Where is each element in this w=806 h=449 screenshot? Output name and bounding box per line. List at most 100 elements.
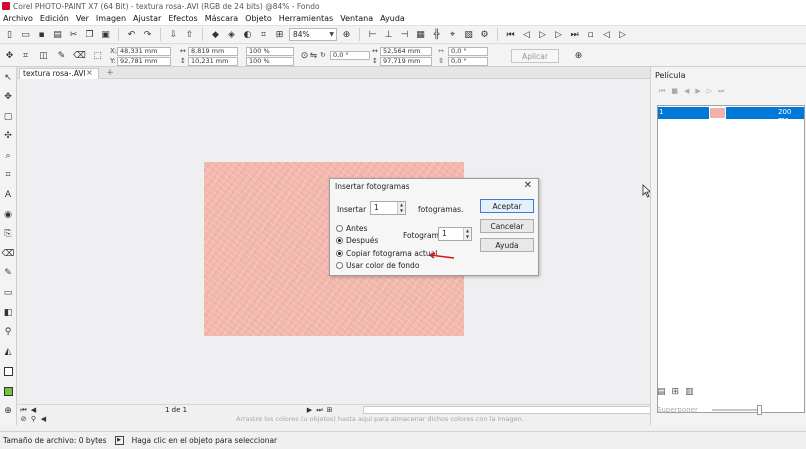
pick-tool-icon[interactable]: ↖ (2, 71, 15, 84)
center-x-field[interactable]: 52,564 mm (380, 47, 432, 56)
cut-icon[interactable]: ✂ (67, 28, 80, 41)
options-icon[interactable]: ⚙ (478, 28, 491, 41)
show-grid-icon[interactable]: ▦ (414, 28, 427, 41)
menu-objeto[interactable]: Objeto (245, 14, 272, 23)
frame-row[interactable]: 1 200 ms (658, 107, 804, 124)
copy-icon[interactable]: ❐ (83, 28, 96, 41)
resample-icon[interactable]: ⊞ (273, 28, 286, 41)
skew-horizontal-field[interactable]: 0,0 ° (448, 47, 488, 56)
overlay-slider[interactable] (711, 405, 762, 415)
crop-tool-icon[interactable]: ⌗ (2, 169, 15, 182)
brush-tool-icon[interactable]: ✎ (55, 49, 68, 62)
menu-mascara[interactable]: Máscara (205, 14, 238, 23)
menu-ventana[interactable]: Ventana (340, 14, 373, 23)
rectangle-tool-icon[interactable]: ▭ (2, 287, 15, 300)
zoom-level-select[interactable]: 84% ▼ (289, 28, 337, 41)
ok-button[interactable]: Aceptar (480, 199, 534, 213)
first-frame-icon[interactable]: ⏮ (659, 87, 665, 96)
menu-archivo[interactable]: Archivo (3, 14, 33, 23)
object-tool-icon[interactable]: ⬚ (91, 49, 104, 62)
background-color-option[interactable]: Usar color de fondo (336, 261, 419, 270)
frame-list[interactable]: 1 200 ms (657, 105, 805, 413)
mask-brush-tool-icon[interactable]: ✣ (2, 130, 15, 143)
apply-button[interactable]: Aplicar (511, 49, 559, 63)
mask-tool-icon[interactable]: ◫ (37, 49, 50, 62)
prev-frame-icon[interactable]: ◀ (684, 87, 689, 96)
x-field[interactable]: 48,331 mm (117, 47, 171, 56)
movie-forward-icon[interactable]: ▷ (616, 28, 629, 41)
add-icon[interactable]: ⊕ (572, 49, 585, 62)
play-icon[interactable]: ▶ (114, 436, 124, 445)
eraser-tool-icon[interactable]: ⌫ (73, 49, 86, 62)
slider-handle[interactable] (756, 405, 762, 415)
menu-ajustar[interactable]: Ajustar (133, 14, 161, 23)
radio-after[interactable] (336, 237, 343, 244)
zoom-tool-icon[interactable]: ⌕ (2, 149, 15, 162)
movie-stop-icon[interactable]: ▫ (584, 28, 597, 41)
insert-frame-icon[interactable]: ⊞ (672, 387, 680, 401)
document-tab[interactable]: textura rosa-.AVI × (19, 68, 99, 79)
mirror-icon[interactable]: ⇋ (307, 49, 320, 62)
foreground-color-icon[interactable] (2, 365, 15, 378)
snap-icon[interactable]: ⌖ (446, 28, 459, 41)
spinner-icon[interactable]: ▲ ▼ (463, 228, 471, 240)
menu-edicion[interactable]: Edición (40, 14, 69, 23)
eyedropper-icon[interactable]: ⚲ (29, 415, 38, 424)
transform-tool-icon[interactable]: ✥ (2, 91, 15, 104)
transform-icon[interactable]: ✥ (3, 49, 16, 62)
next-page-icon[interactable]: ▶ (305, 406, 314, 415)
close-icon[interactable]: ✕ (524, 180, 532, 191)
export-icon[interactable]: ⇧ (183, 28, 196, 41)
movie-play-icon[interactable]: ▷ (536, 28, 549, 41)
align-center-icon[interactable]: ⊥ (382, 28, 395, 41)
menu-ver[interactable]: Ver (76, 14, 89, 23)
center-y-field[interactable]: 97,719 mm (380, 57, 432, 66)
background-color-icon[interactable] (2, 385, 15, 398)
zoom-in-icon[interactable]: ⊕ (340, 28, 353, 41)
no-color-icon[interactable]: ⊘ (19, 415, 28, 424)
prev-page-icon[interactable]: ◀ (29, 406, 38, 415)
align-left-icon[interactable]: ⊢ (366, 28, 379, 41)
movie-last-frame-icon[interactable]: ⏭ (568, 28, 581, 41)
new-frame-icon[interactable]: ▤ (657, 387, 666, 401)
crop-tool-icon[interactable]: ⌗ (19, 49, 32, 62)
copy-frame-option[interactable]: Copiar fotograma actual (336, 249, 437, 258)
insert-count-field[interactable]: 1 ▲ ▼ (370, 201, 406, 215)
y-field[interactable]: 92,781 mm (117, 57, 171, 66)
scale-height-field[interactable]: 100 % (246, 57, 294, 66)
frame-number-field[interactable]: 1 ▲ ▼ (438, 227, 472, 241)
undo-icon[interactable]: ↶ (125, 28, 138, 41)
text-tool-icon[interactable]: A (2, 189, 15, 202)
interactive-fill-tool-icon[interactable]: ◭ (2, 345, 15, 358)
delete-frame-icon[interactable]: ▥ (685, 387, 694, 401)
crop-icon[interactable]: ⌗ (257, 28, 270, 41)
last-frame-icon[interactable]: ⏭ (718, 87, 724, 96)
movie-next-frame-icon[interactable]: ▷ (552, 28, 565, 41)
next-frame-icon[interactable]: ▷ (707, 87, 712, 96)
horizontal-scrollbar[interactable] (363, 406, 655, 414)
add-page-icon[interactable]: ⊞ (325, 406, 334, 415)
palette-arrow-icon[interactable]: ◀ (39, 415, 48, 424)
eyedropper-tool-icon[interactable]: ⚲ (2, 326, 15, 339)
radio-copy-frame[interactable] (336, 250, 343, 257)
menu-efectos[interactable]: Efectos (168, 14, 197, 23)
close-icon[interactable]: × (86, 68, 93, 78)
skew-vertical-field[interactable]: 0,0 ° (448, 57, 488, 66)
movie-first-frame-icon[interactable]: ⏮ (504, 28, 517, 41)
red-eye-tool-icon[interactable]: ◉ (2, 208, 15, 221)
open-folder-icon[interactable]: ▭ (19, 28, 32, 41)
mask-overlay-icon[interactable]: ◐ (241, 28, 254, 41)
paste-icon[interactable]: ▣ (99, 28, 112, 41)
print-icon[interactable]: ▤ (51, 28, 64, 41)
eraser-tool-icon[interactable]: ⌫ (2, 247, 15, 260)
fill-tool-icon[interactable]: ◧ (2, 306, 15, 319)
add-tab-icon[interactable]: + (105, 68, 115, 78)
last-page-icon[interactable]: ⏭ (315, 406, 324, 415)
align-right-icon[interactable]: ⊣ (398, 28, 411, 41)
radio-before[interactable] (336, 225, 343, 232)
before-option[interactable]: Antes (336, 224, 367, 233)
scale-width-field[interactable]: 100 % (246, 47, 294, 56)
clone-tool-icon[interactable]: ⎘ (2, 228, 15, 241)
menu-imagen[interactable]: Imagen (96, 14, 126, 23)
height-field[interactable]: 10,231 mm (188, 57, 238, 66)
